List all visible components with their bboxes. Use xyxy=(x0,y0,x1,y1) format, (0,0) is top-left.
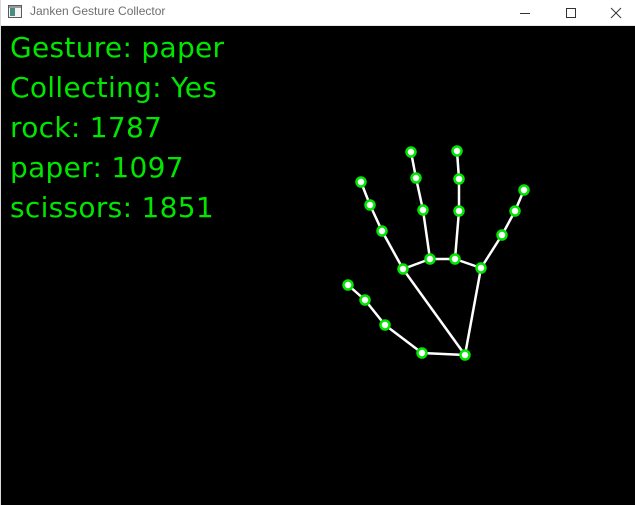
minimize-icon xyxy=(520,13,530,14)
minimize-button[interactable] xyxy=(502,0,548,26)
hand-landmark xyxy=(397,263,409,275)
hand-landmark xyxy=(451,145,463,157)
hand-landmark xyxy=(475,262,487,274)
hand-connection xyxy=(453,210,461,260)
hand-landmark xyxy=(459,349,471,361)
hand-landmark xyxy=(416,347,428,359)
hand-connection xyxy=(463,267,483,356)
maximize-button[interactable] xyxy=(548,0,594,26)
hand-landmark xyxy=(449,253,461,265)
hand-landmark xyxy=(453,205,465,217)
close-icon xyxy=(610,7,622,19)
hand-landmark xyxy=(509,205,521,217)
hand-landmark xyxy=(518,184,530,196)
hand-landmark xyxy=(410,172,422,184)
camera-canvas: Gesture: paper Collecting: Yes rock: 178… xyxy=(1,26,635,505)
hand-connection xyxy=(401,268,467,356)
hand-landmark xyxy=(364,199,376,211)
window-title: Janken Gesture Collector xyxy=(30,4,166,18)
app-window: Janken Gesture Collector Gesture: paper … xyxy=(0,0,635,505)
hand-connection xyxy=(421,209,432,260)
hand-landmark xyxy=(417,204,429,216)
hand-landmark xyxy=(342,279,354,291)
hand-landmark xyxy=(355,176,367,188)
title-bar[interactable]: Janken Gesture Collector xyxy=(1,0,635,26)
hand-landmark xyxy=(359,294,371,306)
hand-connection xyxy=(421,351,466,357)
hand-connection xyxy=(479,234,504,269)
hand-landmark xyxy=(376,225,388,237)
maximize-icon xyxy=(566,8,576,18)
app-window-icon xyxy=(8,5,22,18)
hand-landmark xyxy=(496,229,508,241)
hand-landmark xyxy=(453,173,465,185)
hand-landmark xyxy=(405,146,417,158)
hand-connection xyxy=(380,230,405,270)
close-button[interactable] xyxy=(593,0,635,26)
hand-landmark xyxy=(379,319,391,331)
hand-connection xyxy=(384,324,423,354)
hand-landmarks xyxy=(342,145,530,361)
hand-landmark xyxy=(424,253,436,265)
